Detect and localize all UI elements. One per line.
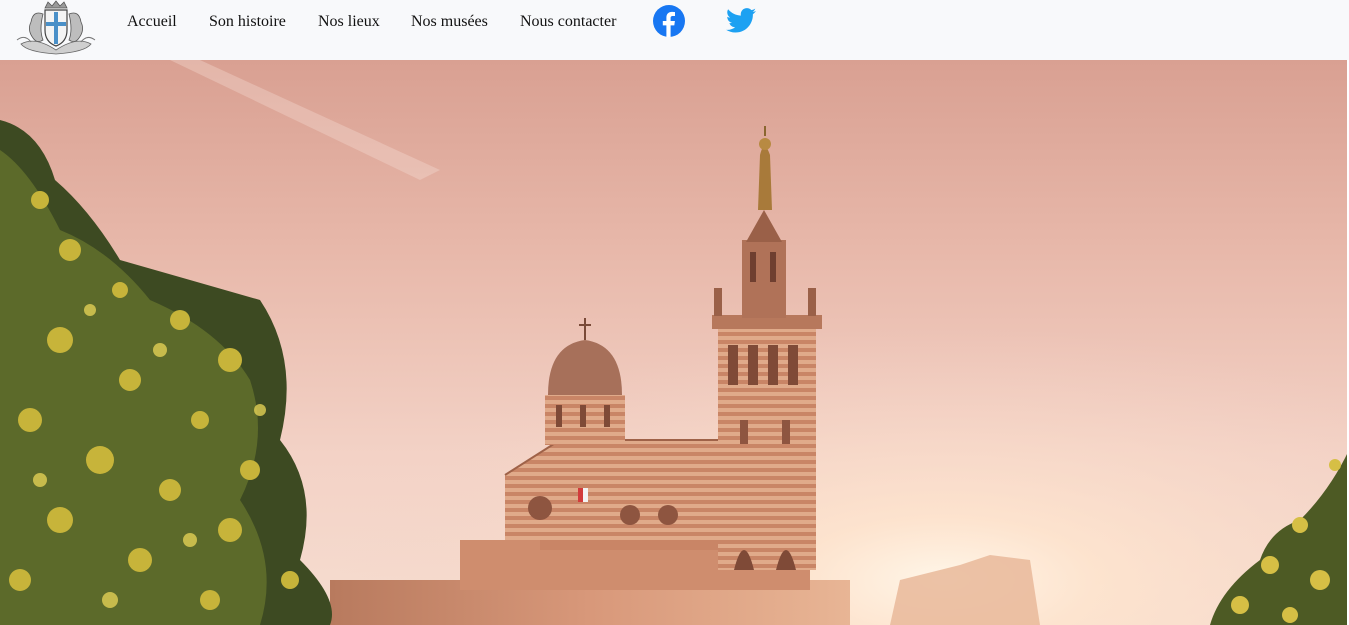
nav-link-accueil[interactable]: Accueil — [127, 13, 177, 31]
facebook-icon — [653, 5, 685, 37]
top-navbar: Accueil Son histoire Nos lieux Nos musée… — [0, 0, 1349, 60]
basilica-hero-image — [0, 60, 1349, 625]
nav-link-nos-lieux[interactable]: Nos lieux — [318, 13, 380, 31]
city-coat-of-arms-logo[interactable] — [15, 0, 97, 56]
nav-link-nos-musees[interactable]: Nos musées — [411, 13, 488, 31]
twitter-icon — [726, 8, 756, 33]
nav-link-nous-contacter[interactable]: Nous contacter — [520, 13, 616, 31]
nav-link-son-histoire[interactable]: Son histoire — [209, 13, 286, 31]
coat-of-arms-icon — [16, 0, 96, 55]
twitter-link[interactable] — [726, 8, 756, 37]
facebook-link[interactable] — [653, 5, 685, 41]
hero-photo-basilica — [0, 60, 1349, 625]
